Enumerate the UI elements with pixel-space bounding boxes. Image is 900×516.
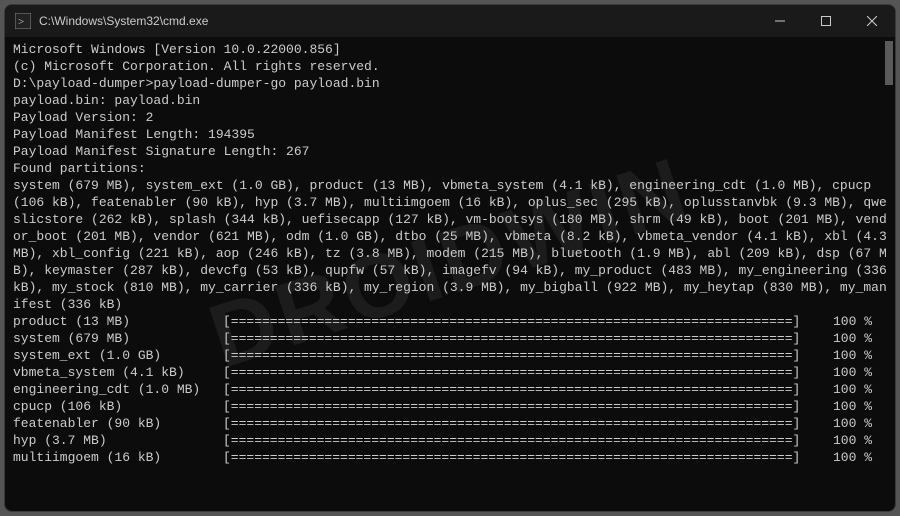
window-title: C:\Windows\System32\cmd.exe: [39, 14, 757, 28]
minimize-button[interactable]: [757, 5, 803, 37]
progress-percent: 100 %: [827, 313, 887, 330]
output-line: Microsoft Windows [Version 10.0.22000.85…: [13, 41, 887, 58]
output-line: payload.bin: payload.bin: [13, 92, 887, 109]
progress-percent: 100 %: [827, 398, 887, 415]
progress-name: cpucp (106 kB): [13, 398, 223, 415]
progress-row: multiimgoem (16 kB)[====================…: [13, 449, 887, 466]
progress-row: system (679 MB)[========================…: [13, 330, 887, 347]
output-line: Found partitions:: [13, 160, 887, 177]
scrollbar-thumb[interactable]: [885, 41, 893, 85]
progress-percent: 100 %: [827, 449, 887, 466]
maximize-button[interactable]: [803, 5, 849, 37]
output-line: Payload Manifest Signature Length: 267: [13, 143, 887, 160]
output-line: D:\payload-dumper>payload-dumper-go payl…: [13, 75, 887, 92]
progress-name: system_ext (1.0 GB): [13, 347, 223, 364]
window-controls: [757, 5, 895, 37]
progress-bar: [=======================================…: [223, 364, 827, 381]
cmd-icon: >: [15, 13, 31, 29]
progress-bar: [=======================================…: [223, 330, 827, 347]
progress-percent: 100 %: [827, 330, 887, 347]
progress-percent: 100 %: [827, 381, 887, 398]
progress-bar: [=======================================…: [223, 449, 827, 466]
output-line: Payload Manifest Length: 194395: [13, 126, 887, 143]
progress-row: product (13 MB)[========================…: [13, 313, 887, 330]
progress-name: vbmeta_system (4.1 kB): [13, 364, 223, 381]
progress-row: engineering_cdt (1.0 MB)[===============…: [13, 381, 887, 398]
progress-name: engineering_cdt (1.0 MB): [13, 381, 223, 398]
partitions-list: system (679 MB), system_ext (1.0 GB), pr…: [13, 177, 887, 313]
terminal-viewport: Microsoft Windows [Version 10.0.22000.85…: [5, 37, 895, 511]
svg-text:>: >: [18, 16, 24, 28]
progress-bar: [=======================================…: [223, 313, 827, 330]
progress-percent: 100 %: [827, 415, 887, 432]
progress-row: vbmeta_system (4.1 kB)[=================…: [13, 364, 887, 381]
cmd-window: > C:\Windows\System32\cmd.exe Microsoft …: [4, 4, 896, 512]
progress-name: system (679 MB): [13, 330, 223, 347]
output-line: (c) Microsoft Corporation. All rights re…: [13, 58, 887, 75]
progress-percent: 100 %: [827, 432, 887, 449]
terminal-output[interactable]: Microsoft Windows [Version 10.0.22000.85…: [5, 37, 895, 511]
progress-name: product (13 MB): [13, 313, 223, 330]
close-button[interactable]: [849, 5, 895, 37]
progress-percent: 100 %: [827, 347, 887, 364]
progress-row: featenabler (90 kB)[====================…: [13, 415, 887, 432]
progress-bar: [=======================================…: [223, 415, 827, 432]
progress-bar: [=======================================…: [223, 398, 827, 415]
progress-name: featenabler (90 kB): [13, 415, 223, 432]
progress-name: hyp (3.7 MB): [13, 432, 223, 449]
progress-bar: [=======================================…: [223, 381, 827, 398]
titlebar[interactable]: > C:\Windows\System32\cmd.exe: [5, 5, 895, 37]
progress-row: cpucp (106 kB)[=========================…: [13, 398, 887, 415]
progress-name: multiimgoem (16 kB): [13, 449, 223, 466]
progress-bar: [=======================================…: [223, 432, 827, 449]
progress-row: hyp (3.7 MB)[===========================…: [13, 432, 887, 449]
progress-row: system_ext (1.0 GB)[====================…: [13, 347, 887, 364]
progress-bar: [=======================================…: [223, 347, 827, 364]
progress-percent: 100 %: [827, 364, 887, 381]
output-line: Payload Version: 2: [13, 109, 887, 126]
